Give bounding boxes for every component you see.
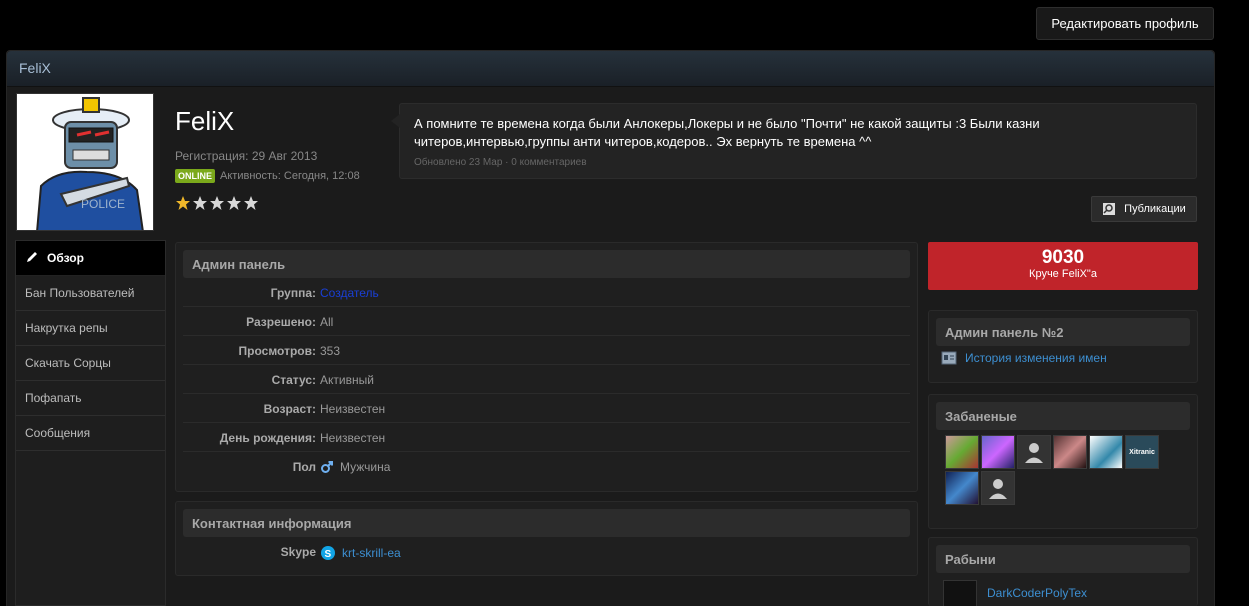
skype-icon: S xyxy=(321,546,335,560)
info-row-gender: Пол Мужчина xyxy=(183,452,910,481)
contact-panel: Контактная информация Skype S krt-skrill… xyxy=(175,501,918,576)
info-row-age: Возраст: Неизвестен xyxy=(183,394,910,423)
banned-thumbs: Xitranic xyxy=(929,430,1197,505)
info-row-permitted: Разрешено: All xyxy=(183,307,910,336)
friend-item[interactable]: DarkCoderPolyTex xyxy=(929,573,1197,606)
svg-text:S: S xyxy=(325,549,332,560)
thumb-label: Xitranic xyxy=(1129,448,1155,456)
banned-user-thumb[interactable] xyxy=(981,435,1015,469)
name-history-label: История изменения имен xyxy=(965,351,1107,365)
default-avatar-icon xyxy=(1025,443,1043,463)
rating-stars[interactable] xyxy=(175,195,259,211)
banned-user-thumb[interactable] xyxy=(1053,435,1087,469)
banned-user-thumb[interactable] xyxy=(945,471,979,505)
friend-name: DarkCoderPolyTex xyxy=(987,586,1088,600)
star-empty-icon xyxy=(210,196,224,210)
online-badge: ONLINE xyxy=(175,169,216,183)
info-value: 353 xyxy=(320,344,341,358)
gender-value: Мужчина xyxy=(340,460,391,474)
banned-user-thumb-xitranic[interactable]: Xitranic xyxy=(1125,435,1159,469)
svg-text:POLICE: POLICE xyxy=(81,197,125,211)
contact-panel-title: Контактная информация xyxy=(183,509,910,537)
info-value: All xyxy=(320,315,334,329)
skype-value[interactable]: S krt-skrill-ea xyxy=(320,545,401,561)
friends-panel-title: Рабыни xyxy=(936,545,1190,573)
magnifier-icon xyxy=(1103,203,1116,215)
banned-user-thumb[interactable] xyxy=(1017,435,1051,469)
male-icon xyxy=(321,461,333,473)
friends-panel: Рабыни DarkCoderPolyTex xyxy=(928,537,1198,606)
friend-avatar xyxy=(943,580,977,606)
skype-handle: krt-skrill-ea xyxy=(342,546,401,560)
group-value-link[interactable]: Создатель xyxy=(320,286,379,300)
info-value: Мужчина xyxy=(320,460,390,474)
star-empty-icon xyxy=(193,196,207,210)
info-value: Неизвестен xyxy=(320,431,386,445)
reputation-value: 9030 xyxy=(1041,247,1085,268)
info-label: Skype xyxy=(280,545,316,559)
info-label: Возраст: xyxy=(263,402,316,416)
status-meta[interactable]: Обновлено 23 Мар · 0 комментариев xyxy=(414,157,1182,168)
name-history-link[interactable]: История изменения имен xyxy=(929,346,1197,370)
banned-panel-title: Забаненые xyxy=(936,402,1190,430)
id-card-icon xyxy=(941,351,957,365)
registration-date: Регистрация: 29 Авг 2013 xyxy=(175,149,318,163)
admin-panel-2: Админ панель №2 История изменения имен xyxy=(928,310,1198,383)
info-label: День рождения: xyxy=(219,431,316,445)
info-value: Неизвестен xyxy=(320,402,386,416)
info-label: Просмотров: xyxy=(238,344,316,358)
pencil-icon xyxy=(25,250,39,267)
star-filled-icon xyxy=(176,196,190,210)
admin-panel: Админ панель Группа: Создатель Разрешено… xyxy=(175,242,918,492)
banned-user-thumb[interactable] xyxy=(981,471,1015,505)
banned-user-thumb[interactable] xyxy=(945,435,979,469)
last-activity: Активность: Сегодня, 12:08 xyxy=(220,170,360,182)
frame-title: FeliX xyxy=(7,51,1214,87)
info-row-status: Статус: Активный xyxy=(183,365,910,394)
star-empty-icon xyxy=(244,196,258,210)
profile-name: FeliX xyxy=(175,106,235,136)
admin-panel-title: Админ панель xyxy=(183,250,910,278)
info-label: Группа: xyxy=(270,286,316,300)
publications-button[interactable]: Публикации xyxy=(1091,196,1197,222)
status-update: А помните те времена когда были Анлокеры… xyxy=(391,103,1197,179)
info-row-views: Просмотров: 353 xyxy=(183,336,910,365)
nav-item-label: Обзор xyxy=(47,251,84,265)
info-label: Статус: xyxy=(271,373,316,387)
avatar-robot-image: POLICE xyxy=(17,94,153,230)
admin-panel-2-title: Админ панель №2 xyxy=(936,318,1190,346)
nav-item-overview[interactable]: Обзор xyxy=(16,241,165,276)
star-empty-icon xyxy=(227,196,241,210)
online-status-row: ONLINE Активность: Сегодня, 12:08 xyxy=(175,169,360,183)
banned-panel: Забаненые Xitranic xyxy=(928,394,1198,529)
avatar[interactable]: POLICE xyxy=(16,93,154,231)
default-avatar-icon xyxy=(989,479,1007,499)
info-label: Разрешено: xyxy=(246,315,316,329)
banned-user-thumb[interactable] xyxy=(1089,435,1123,469)
edit-profile-button[interactable]: Редактировать профиль xyxy=(1036,7,1214,40)
status-text: А помните те времена когда были Анлокеры… xyxy=(414,116,1040,149)
reputation-box: 9030 Круче FeliX"а xyxy=(928,242,1198,290)
info-row-group: Группа: Создатель xyxy=(183,278,910,307)
info-label: Пол xyxy=(292,460,316,474)
reputation-label: Круче FeliX"а xyxy=(1029,268,1097,280)
info-row-birthday: День рождения: Неизвестен xyxy=(183,423,910,452)
publications-label: Публикации xyxy=(1124,203,1186,215)
info-value: Активный xyxy=(320,373,374,387)
info-row-skype: Skype S krt-skrill-ea xyxy=(183,537,910,566)
